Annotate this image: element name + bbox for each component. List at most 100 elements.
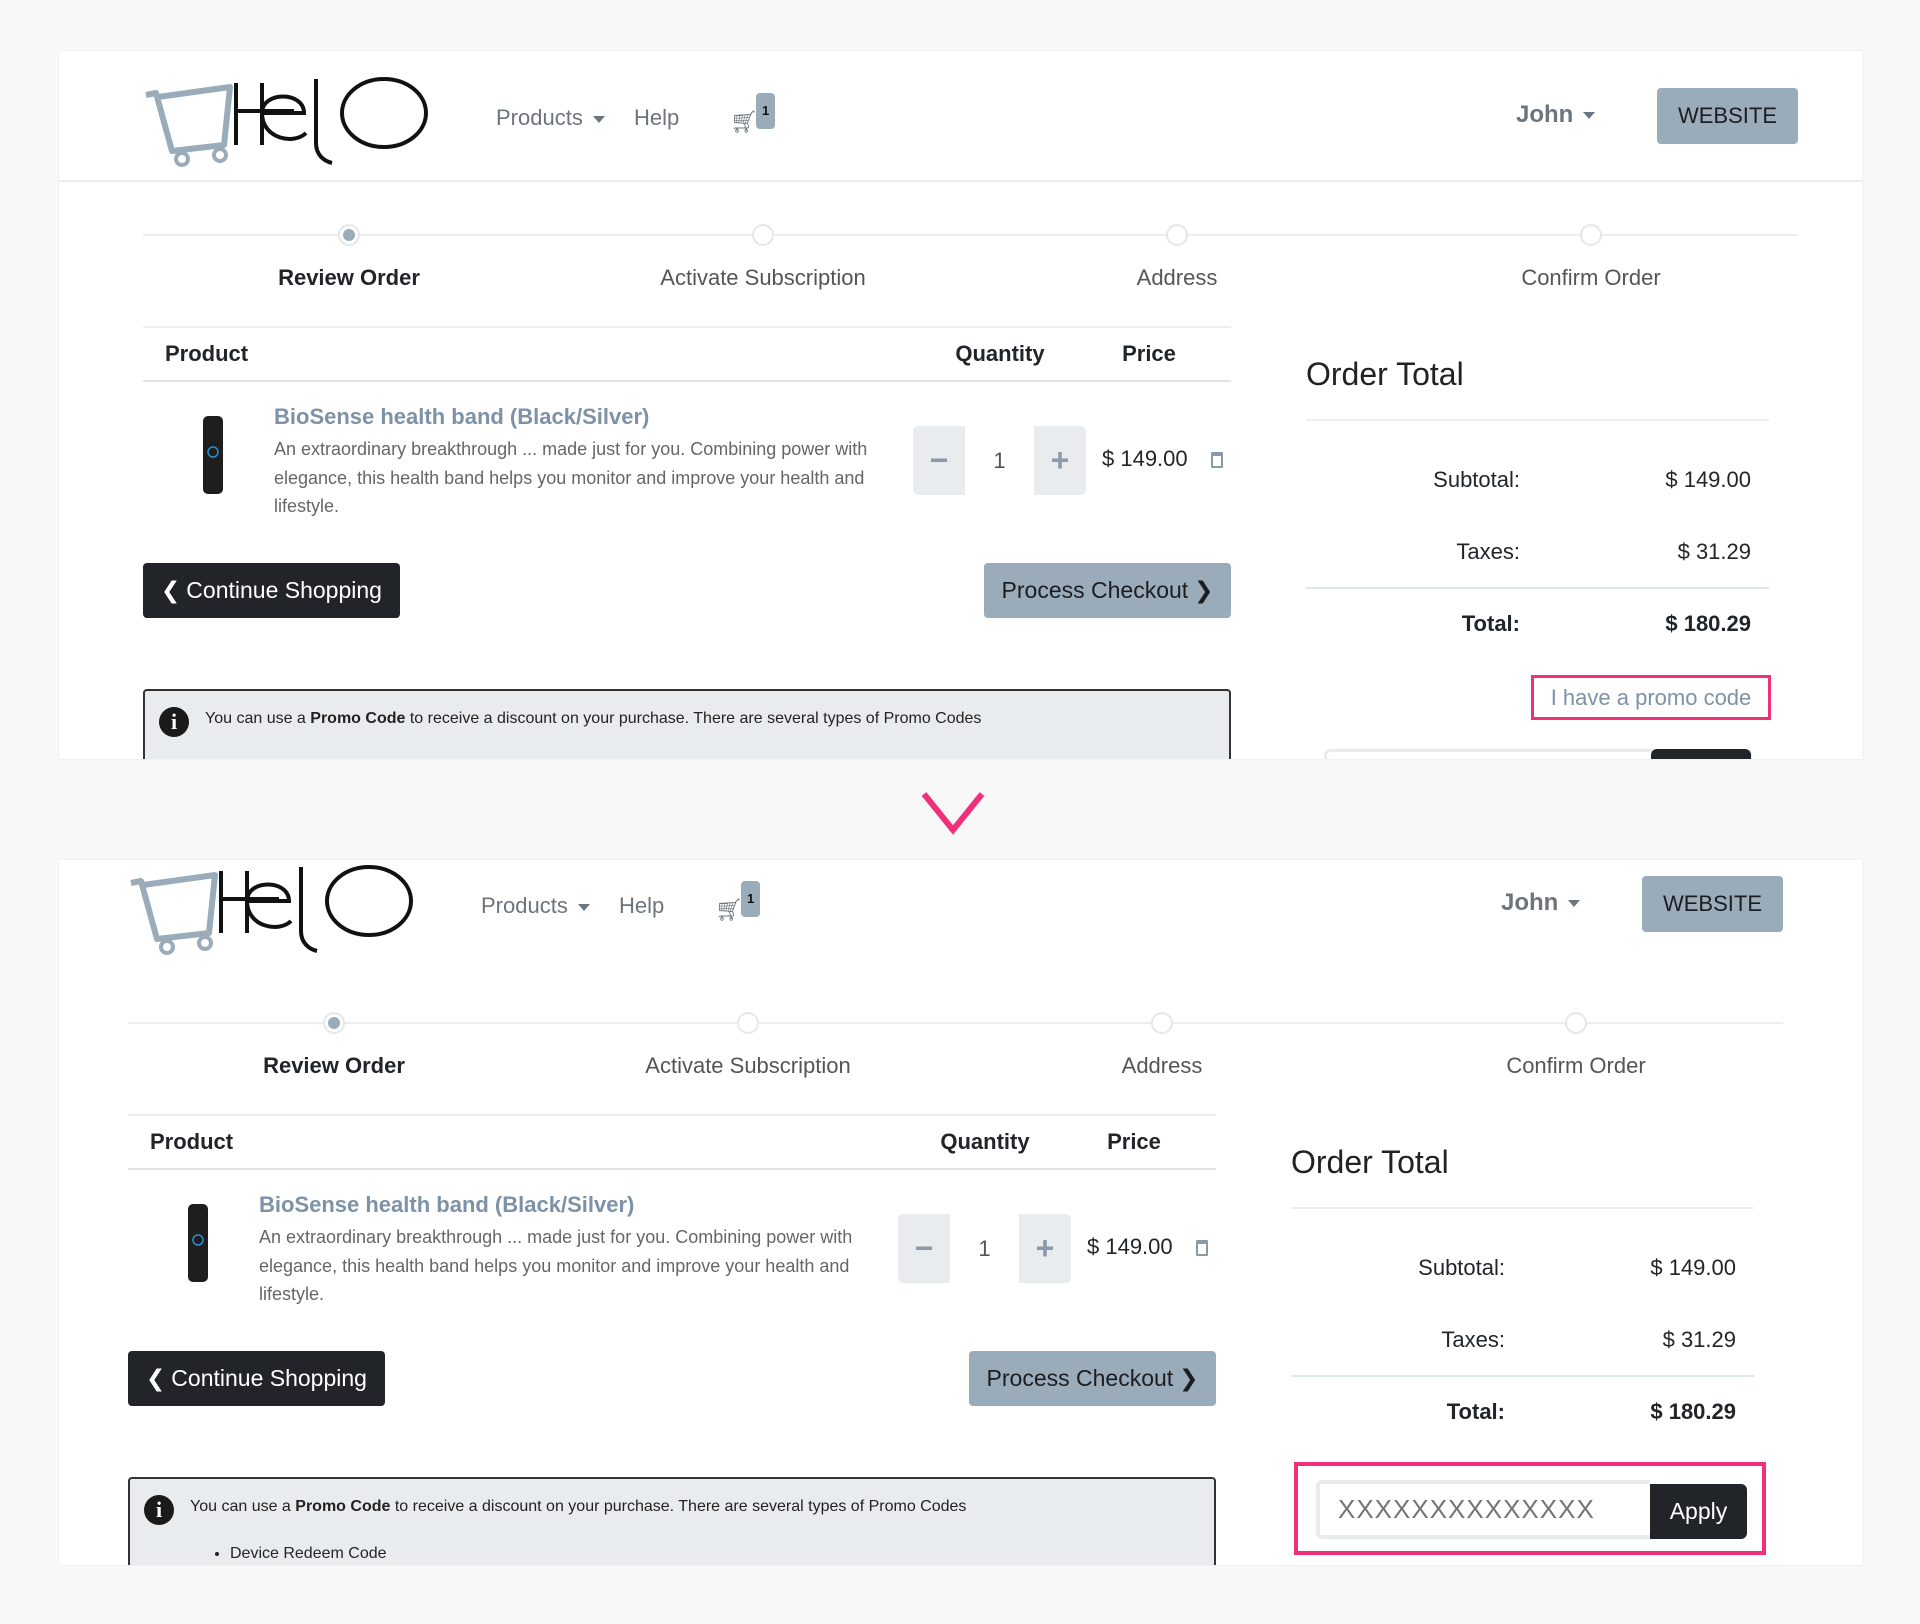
col-product: Product bbox=[150, 1129, 234, 1154]
order-total-title: Order Total bbox=[1291, 1144, 1449, 1180]
chevron-down-icon bbox=[921, 792, 985, 835]
button-label: Process Checkout bbox=[1001, 577, 1189, 603]
product-description: An extraordinary breakthrough ... made j… bbox=[259, 1227, 853, 1304]
chevron-left-icon: ❮ bbox=[146, 1365, 166, 1391]
caret-down-icon bbox=[577, 903, 590, 911]
user-menu[interactable]: John bbox=[1501, 889, 1581, 917]
step-activate-subscription: Activate Subscription bbox=[645, 1053, 851, 1078]
quantity-stepper: − 1 + bbox=[913, 426, 1086, 495]
chevron-right-icon: ❯ bbox=[1179, 1365, 1199, 1391]
divider bbox=[1306, 419, 1769, 421]
decrease-button[interactable]: − bbox=[913, 426, 965, 495]
divider bbox=[1306, 587, 1769, 589]
table-divider bbox=[128, 1168, 1216, 1170]
promo-code-input[interactable] bbox=[1316, 1480, 1650, 1539]
divider bbox=[1291, 1375, 1754, 1377]
trash-icon[interactable] bbox=[1211, 452, 1223, 468]
cart-icon: 🛒︎ bbox=[730, 109, 758, 134]
helo-logo[interactable] bbox=[129, 861, 439, 956]
chevron-left-icon: ❮ bbox=[161, 577, 181, 603]
step-activate-subscription: Activate Subscription bbox=[660, 265, 866, 290]
promo-info-alert: i You can use a Promo Code to receive a … bbox=[143, 689, 1231, 759]
step-confirm-order: Confirm Order bbox=[1506, 1053, 1646, 1078]
info-text: You can use a Promo Code to receive a di… bbox=[190, 1498, 967, 1515]
taxes-value: $ 31.29 bbox=[1662, 1327, 1736, 1352]
table-divider bbox=[143, 380, 1231, 382]
nav-help[interactable]: Help bbox=[634, 103, 679, 133]
product-image bbox=[203, 416, 223, 494]
col-quantity: Quantity bbox=[940, 1129, 1030, 1154]
taxes-value: $ 31.29 bbox=[1677, 539, 1751, 564]
nav-help[interactable]: Help bbox=[619, 891, 664, 921]
increase-button[interactable]: + bbox=[1034, 426, 1086, 495]
before-screenshot: Products Help 🛒︎ 1 John WEBSITE Review Or… bbox=[59, 51, 1862, 759]
promo-code-link[interactable]: I have a promo code bbox=[1531, 675, 1771, 720]
table-divider bbox=[128, 1114, 1216, 1116]
button-label: Continue Shopping bbox=[171, 1365, 367, 1391]
col-product: Product bbox=[165, 341, 249, 366]
product-description: An extraordinary breakthrough ... made j… bbox=[274, 439, 868, 516]
website-button[interactable]: WEBSITE bbox=[1657, 88, 1798, 144]
process-checkout-button[interactable]: Process Checkout ❯ bbox=[969, 1351, 1216, 1406]
product-name-link[interactable]: BioSense health band (Black/Silver) bbox=[259, 1192, 634, 1218]
step-address: Address bbox=[1121, 1053, 1203, 1078]
order-total-title: Order Total bbox=[1306, 356, 1464, 392]
website-button[interactable]: WEBSITE bbox=[1642, 876, 1783, 932]
subtotal-value: $ 149.00 bbox=[1665, 467, 1751, 492]
step-dot bbox=[1166, 224, 1188, 246]
process-checkout-button[interactable]: Process Checkout ❯ bbox=[984, 563, 1231, 618]
col-quantity: Quantity bbox=[955, 341, 1045, 366]
step-review-order: Review Order bbox=[263, 1053, 405, 1078]
info-icon: i bbox=[159, 707, 189, 737]
cart-badge: 1 bbox=[741, 881, 761, 917]
continue-shopping-button[interactable]: ❮ Continue Shopping bbox=[143, 563, 400, 618]
continue-shopping-button[interactable]: ❮ Continue Shopping bbox=[128, 1351, 385, 1406]
stepper-line bbox=[128, 1022, 1783, 1024]
apply-button-peek bbox=[1651, 749, 1751, 759]
step-dot-active bbox=[338, 224, 360, 246]
step-dot-active bbox=[323, 1012, 345, 1034]
step-dot bbox=[1580, 224, 1602, 246]
step-dot bbox=[1565, 1012, 1587, 1034]
col-price: Price bbox=[1122, 341, 1176, 366]
product-name-link[interactable]: BioSense health band (Black/Silver) bbox=[274, 404, 649, 430]
quantity-stepper: − 1 + bbox=[898, 1214, 1071, 1283]
trash-icon[interactable] bbox=[1196, 1240, 1208, 1256]
step-dot bbox=[752, 224, 774, 246]
helo-logo[interactable] bbox=[144, 73, 454, 168]
header-divider bbox=[59, 180, 1862, 182]
stepper-line bbox=[143, 234, 1798, 236]
cart-button[interactable]: 🛒︎ 1 bbox=[715, 881, 761, 925]
info-text: You can use a Promo Code to receive a di… bbox=[205, 710, 982, 727]
decrease-button[interactable]: − bbox=[898, 1214, 950, 1283]
nav-products[interactable]: Products bbox=[496, 103, 605, 133]
subtotal-value: $ 149.00 bbox=[1650, 1255, 1736, 1280]
quantity-input[interactable]: 1 bbox=[965, 426, 1034, 495]
step-review-order: Review Order bbox=[278, 265, 420, 290]
after-screenshot: Products Help 🛒︎ 1 John WEBSITE Review Or… bbox=[59, 860, 1862, 1565]
cart-icon: 🛒︎ bbox=[715, 897, 743, 922]
total-value: $ 180.29 bbox=[1665, 611, 1751, 636]
step-dot bbox=[737, 1012, 759, 1034]
button-label: Continue Shopping bbox=[186, 577, 382, 603]
caret-down-icon bbox=[592, 115, 605, 123]
table-divider bbox=[143, 326, 1231, 328]
promo-form-highlight: Apply bbox=[1294, 1462, 1766, 1555]
user-menu[interactable]: John bbox=[1516, 101, 1596, 129]
item-price: $ 149.00 bbox=[1087, 1234, 1173, 1259]
product-image bbox=[188, 1204, 208, 1282]
promo-info-alert: i You can use a Promo Code to receive a … bbox=[128, 1477, 1216, 1565]
increase-button[interactable]: + bbox=[1019, 1214, 1071, 1283]
chevron-right-icon: ❯ bbox=[1194, 577, 1214, 603]
button-label: Process Checkout bbox=[986, 1365, 1174, 1391]
divider bbox=[1291, 1207, 1754, 1209]
nav-products[interactable]: Products bbox=[481, 891, 590, 921]
step-dot bbox=[1151, 1012, 1173, 1034]
caret-down-icon bbox=[1583, 112, 1596, 120]
item-price: $ 149.00 bbox=[1102, 446, 1188, 471]
quantity-input[interactable]: 1 bbox=[950, 1214, 1019, 1283]
step-confirm-order: Confirm Order bbox=[1521, 265, 1661, 290]
cart-badge: 1 bbox=[756, 93, 776, 129]
apply-button[interactable]: Apply bbox=[1650, 1484, 1747, 1539]
cart-button[interactable]: 🛒︎ 1 bbox=[730, 93, 776, 137]
